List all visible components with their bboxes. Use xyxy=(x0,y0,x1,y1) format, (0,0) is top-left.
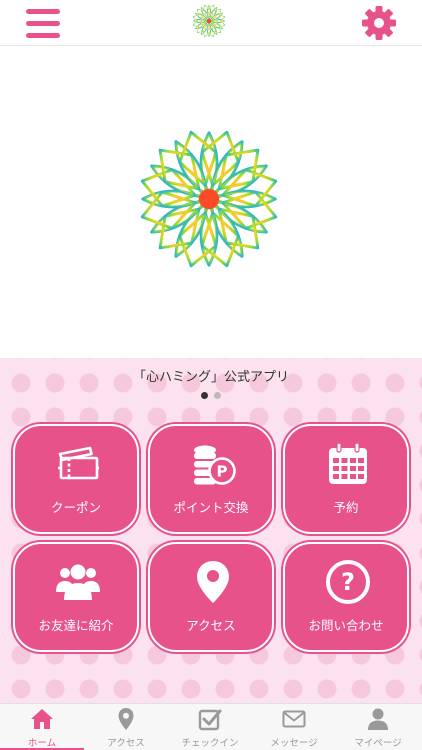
nav-message[interactable]: メッセージ xyxy=(252,704,336,750)
coupon-button[interactable]: クーポン xyxy=(13,424,139,534)
hamburger-menu-icon[interactable] xyxy=(26,9,60,39)
tile-label: クーポン xyxy=(50,500,101,515)
carousel-dot[interactable] xyxy=(214,392,221,399)
envelope-icon xyxy=(282,710,306,728)
coins-p-icon: P xyxy=(194,445,236,485)
flower-mandala-logo xyxy=(137,127,281,271)
question-icon: ? xyxy=(326,560,370,604)
app-header xyxy=(0,0,422,46)
svg-text:?: ? xyxy=(341,568,355,596)
menu-panel: 「心ハミング」公式アプリ クーポン P ポイント交換 予約 お友達に紹介 アクセ… xyxy=(0,358,422,703)
user-icon xyxy=(368,708,388,730)
nav-label: メッセージ xyxy=(270,738,318,749)
tile-label: ポイント交換 xyxy=(173,500,249,515)
contact-button[interactable]: ? お問い合わせ xyxy=(283,542,409,652)
svg-text:P: P xyxy=(217,463,228,481)
map-pin-icon xyxy=(118,708,134,730)
ticket-icon xyxy=(58,446,99,480)
app-subtitle: 「心ハミング」公式アプリ xyxy=(132,370,289,385)
gear-icon[interactable] xyxy=(360,4,398,42)
tile-label: お問い合わせ xyxy=(308,618,384,633)
bottom-navigation: ホーム アクセス チェックイン メッセージ マイページ xyxy=(0,703,422,750)
carousel-dot-active[interactable] xyxy=(201,392,208,399)
people-group-icon xyxy=(56,564,100,600)
carousel-dots xyxy=(0,392,422,402)
hero-banner xyxy=(0,47,422,358)
point-exchange-button[interactable]: P ポイント交換 xyxy=(148,424,274,534)
tile-label: アクセス xyxy=(186,618,236,633)
reservation-button[interactable]: 予約 xyxy=(283,424,409,534)
invite-friend-button[interactable]: お友達に紹介 xyxy=(13,542,139,652)
nav-label: アクセス xyxy=(107,738,145,749)
home-icon xyxy=(31,709,53,729)
nav-label: マイページ xyxy=(354,738,402,749)
tile-label: 予約 xyxy=(333,500,359,515)
map-pin-icon xyxy=(197,561,229,603)
nav-checkin[interactable]: チェックイン xyxy=(168,704,252,750)
calendar-icon xyxy=(329,442,367,484)
checkin-icon xyxy=(198,709,222,731)
nav-mypage[interactable]: マイページ xyxy=(336,704,420,750)
tile-label: お友達に紹介 xyxy=(38,618,114,633)
flower-mandala-logo xyxy=(192,4,226,38)
nav-home[interactable]: ホーム xyxy=(0,704,84,750)
access-button[interactable]: アクセス xyxy=(148,542,274,652)
nav-label: ホーム xyxy=(27,738,57,749)
nav-access[interactable]: アクセス xyxy=(84,704,168,750)
nav-label: チェックイン xyxy=(181,738,239,749)
